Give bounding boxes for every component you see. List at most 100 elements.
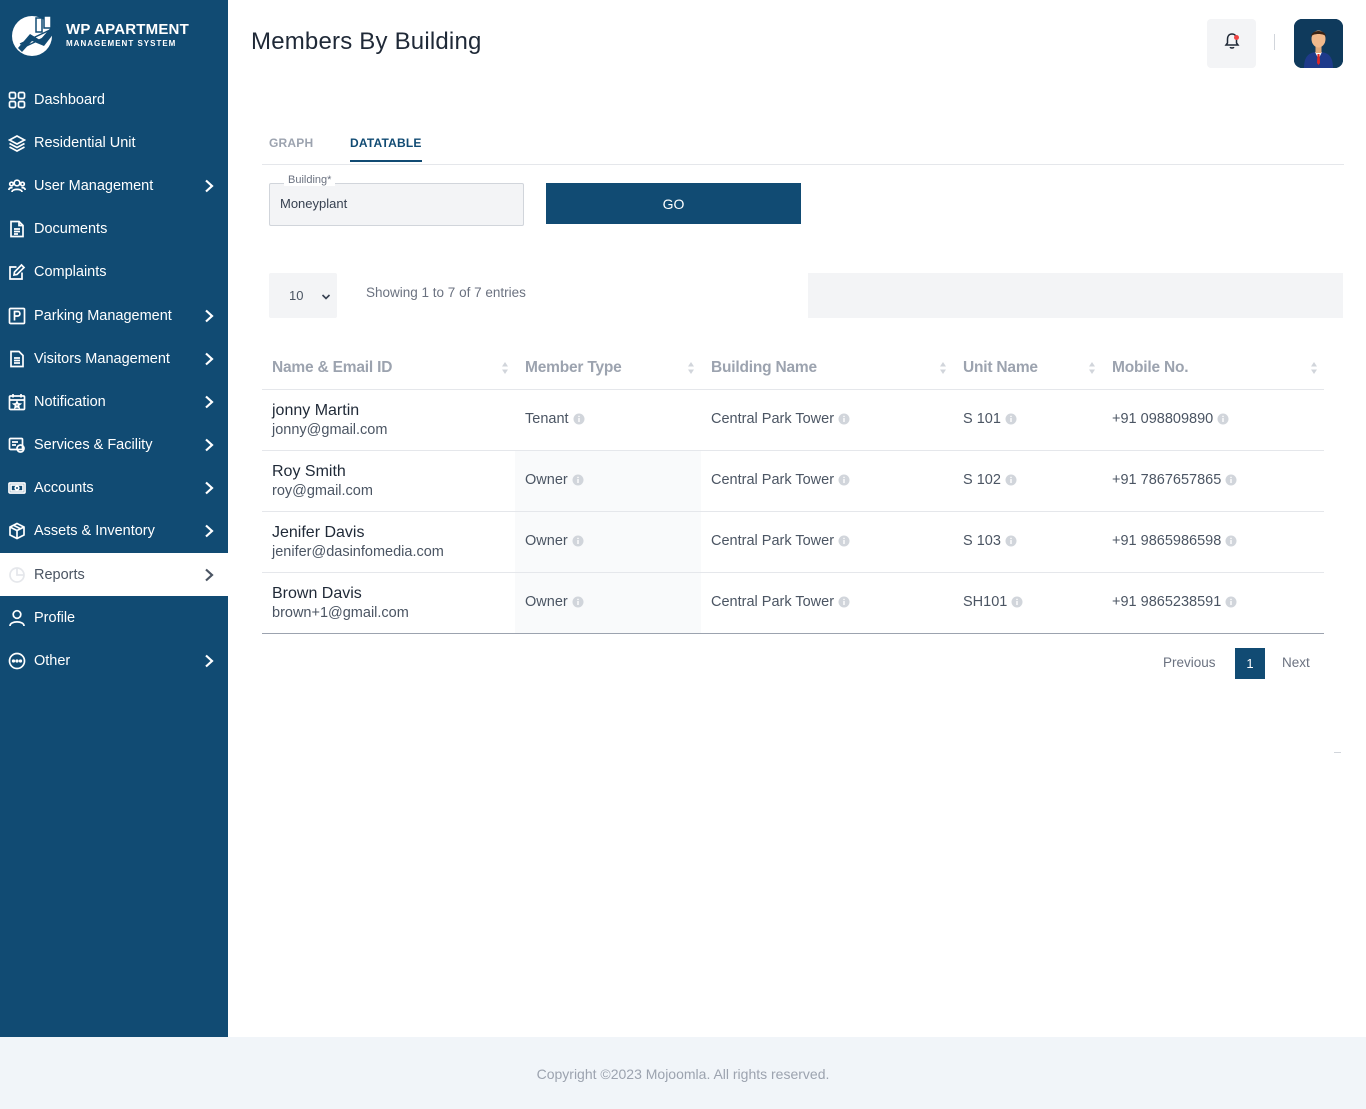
document-icon xyxy=(8,220,26,238)
sidebar-item-assets-inventory[interactable]: Assets & Inventory xyxy=(0,510,228,553)
member-email: brown+1@gmail.com xyxy=(272,605,409,621)
table-search-input[interactable] xyxy=(808,273,1343,318)
sidebar-item-label: Dashboard xyxy=(34,91,105,108)
table-row[interactable]: Jenifer Davis jenifer@dasinfomedia.com O… xyxy=(262,512,1324,573)
sidebar-item-parking-management[interactable]: Parking Management xyxy=(0,294,228,337)
info-icon[interactable] xyxy=(1005,413,1017,425)
brand-title: WP APARTMENT xyxy=(66,21,189,38)
tab-graph[interactable]: GRAPH xyxy=(269,136,313,150)
chevron-right-icon xyxy=(204,179,214,193)
info-icon[interactable] xyxy=(573,413,585,425)
avatar[interactable] xyxy=(1294,19,1343,68)
pagination-next[interactable]: Next xyxy=(1282,655,1310,670)
sidebar-item-dashboard[interactable]: Dashboard xyxy=(0,78,228,121)
info-icon[interactable] xyxy=(572,474,584,486)
member-name: jonny Martin xyxy=(272,402,360,419)
unit-name: SH101 xyxy=(963,594,1008,610)
info-icon[interactable] xyxy=(838,413,850,425)
sidebar-item-user-management[interactable]: User Management xyxy=(0,164,228,207)
mobile-number: +91 9865238591 xyxy=(1112,594,1222,610)
sidebar-item-reports[interactable]: Reports xyxy=(0,553,228,597)
info-icon[interactable] xyxy=(1225,596,1237,608)
users-icon xyxy=(8,177,26,195)
sidebar-item-label: Services & Facility xyxy=(34,437,153,454)
sidebar-item-complaints[interactable]: Complaints xyxy=(0,251,228,294)
column-header-name[interactable]: Name & Email ID xyxy=(272,359,392,377)
sidebar-item-other[interactable]: Other xyxy=(0,639,228,682)
grid-icon xyxy=(8,91,26,109)
page-title: Members By Building xyxy=(251,28,482,55)
building-name: Central Park Tower xyxy=(711,533,835,549)
chevron-right-icon xyxy=(204,352,214,366)
layers-icon xyxy=(8,134,26,152)
edit-icon xyxy=(8,263,26,281)
chevron-down-icon xyxy=(321,290,331,300)
info-icon[interactable] xyxy=(838,474,850,486)
table-row[interactable]: Roy Smith roy@gmail.com Owner Central Pa… xyxy=(262,451,1324,512)
entries-info: Showing 1 to 7 of 7 entries xyxy=(366,285,526,300)
sidebar-item-label: Profile xyxy=(34,609,76,626)
info-icon[interactable] xyxy=(1225,535,1237,547)
pagination-previous[interactable]: Previous xyxy=(1163,655,1216,670)
chevron-right-icon xyxy=(204,481,214,495)
page-length-select[interactable]: 10 xyxy=(269,273,337,318)
chevron-right-icon xyxy=(204,438,214,452)
column-header-unit-name[interactable]: Unit Name xyxy=(963,359,1038,377)
member-name: Jenifer Davis xyxy=(272,524,365,541)
mobile-number: +91 7867657865 xyxy=(1112,472,1222,488)
divider xyxy=(1334,752,1341,753)
sidebar-item-accounts[interactable]: Accounts xyxy=(0,467,228,510)
info-icon[interactable] xyxy=(1225,474,1237,486)
sort-icon[interactable] xyxy=(1310,361,1318,375)
sidebar-item-label: Accounts xyxy=(34,480,94,497)
sidebar-item-visitors-management[interactable]: Visitors Management xyxy=(0,337,228,380)
building-value: Moneyplant xyxy=(280,196,348,211)
info-icon[interactable] xyxy=(572,596,584,608)
sidebar-item-services-facility[interactable]: Services & Facility xyxy=(0,424,228,467)
member-email: roy@gmail.com xyxy=(272,483,373,499)
info-icon[interactable] xyxy=(1011,596,1023,608)
info-icon[interactable] xyxy=(1005,535,1017,547)
table-row[interactable]: jonny Martin jonny@gmail.com Tenant Cent… xyxy=(262,390,1324,451)
notification-button[interactable] xyxy=(1207,19,1256,68)
column-header-member-type[interactable]: Member Type xyxy=(525,359,622,377)
member-type: Owner xyxy=(525,472,568,488)
mobile-number: +91 9865986598 xyxy=(1112,533,1222,549)
sidebar-item-label: Complaints xyxy=(34,264,107,281)
sidebar-item-profile[interactable]: Profile xyxy=(0,596,228,639)
pagination-page-1[interactable]: 1 xyxy=(1235,648,1265,679)
member-type: Owner xyxy=(525,533,568,549)
building-label: Building* xyxy=(284,174,336,186)
header-divider xyxy=(1274,34,1275,50)
report-icon xyxy=(8,566,26,584)
member-name: Brown Davis xyxy=(272,585,362,602)
chevron-right-icon xyxy=(204,395,214,409)
unit-name: S 102 xyxy=(963,472,1001,488)
page-length-value: 10 xyxy=(289,288,304,303)
sidebar-item-label: Assets & Inventory xyxy=(34,523,155,540)
brand-subtitle: MANAGEMENT SYSTEM xyxy=(66,39,177,48)
column-header-mobile[interactable]: Mobile No. xyxy=(1112,359,1189,377)
column-header-building-name[interactable]: Building Name xyxy=(711,359,817,377)
sort-icon[interactable] xyxy=(1088,361,1096,375)
sort-icon[interactable] xyxy=(939,361,947,375)
info-icon[interactable] xyxy=(572,535,584,547)
sort-icon[interactable] xyxy=(687,361,695,375)
member-email: jonny@gmail.com xyxy=(272,422,388,438)
tab-datatable[interactable]: DATATABLE xyxy=(350,136,422,162)
go-button[interactable]: GO xyxy=(546,183,801,224)
table-row[interactable]: Brown Davis brown+1@gmail.com Owner Cent… xyxy=(262,573,1324,634)
sort-icon[interactable] xyxy=(501,361,509,375)
info-icon[interactable] xyxy=(838,535,850,547)
brand-logo[interactable]: WP APARTMENT MANAGEMENT SYSTEM xyxy=(10,12,220,58)
sidebar-item-residential-unit[interactable]: Residential Unit xyxy=(0,121,228,164)
info-icon[interactable] xyxy=(838,596,850,608)
chevron-right-icon xyxy=(204,568,214,582)
info-icon[interactable] xyxy=(1005,474,1017,486)
building-select[interactable]: Building* Moneyplant xyxy=(269,174,524,226)
copyright-text: Copyright ©2023 Mojoomla. All rights res… xyxy=(536,1066,830,1082)
sidebar-item-documents[interactable]: Documents xyxy=(0,208,228,251)
chevron-right-icon xyxy=(204,524,214,538)
sidebar-item-notification[interactable]: Notification xyxy=(0,380,228,423)
info-icon[interactable] xyxy=(1217,413,1229,425)
